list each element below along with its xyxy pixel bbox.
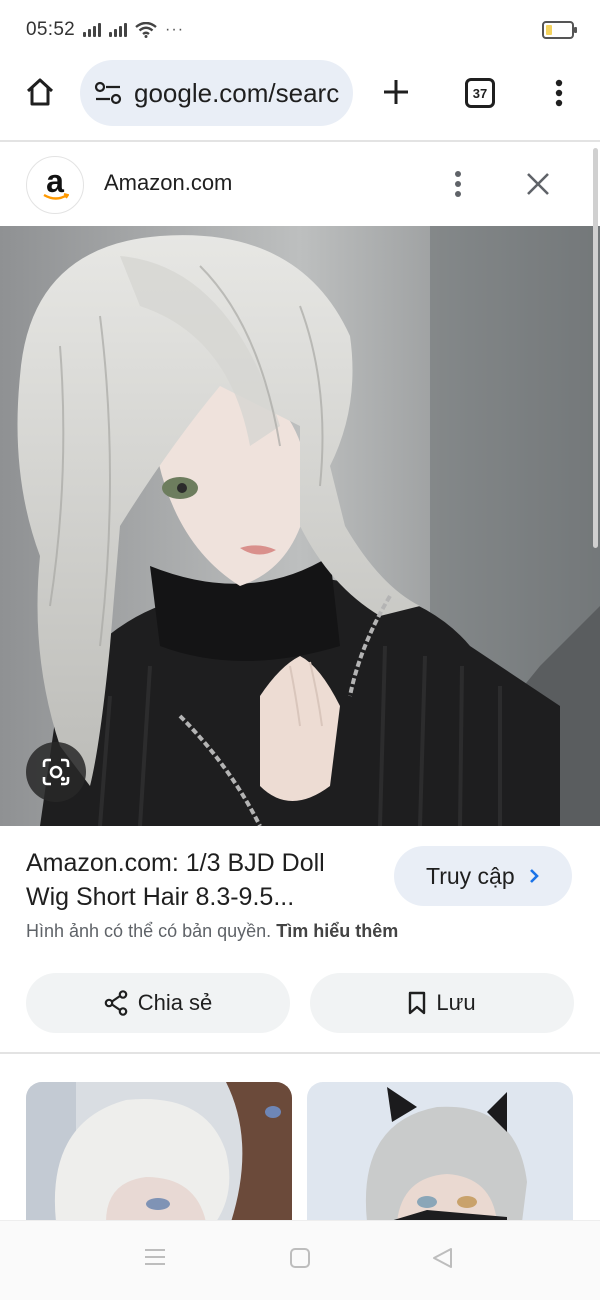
url-text: google.com/searc bbox=[134, 77, 340, 108]
main-preview-image[interactable] bbox=[0, 226, 600, 826]
menu-lines-icon bbox=[145, 1249, 165, 1265]
copyright-notice: Hình ảnh có thể có bản quyền. Tìm hiểu t… bbox=[26, 921, 398, 942]
source-header: a Amazon.com bbox=[0, 142, 600, 226]
related-image-1[interactable] bbox=[26, 1082, 292, 1222]
save-button[interactable]: Lưu bbox=[310, 973, 574, 1033]
section-divider bbox=[0, 1052, 600, 1054]
system-navigation-bar bbox=[0, 1220, 600, 1300]
source-name[interactable]: Amazon.com bbox=[104, 170, 232, 196]
amazon-smile-icon bbox=[43, 193, 69, 200]
more-vert-icon bbox=[455, 171, 461, 197]
browser-menu-button[interactable] bbox=[546, 76, 572, 110]
more-vert-icon bbox=[555, 79, 563, 107]
battery-icon bbox=[542, 21, 577, 39]
related-image-1-graphic bbox=[26, 1082, 292, 1222]
visit-button-label: Truy cập bbox=[426, 862, 515, 889]
back-nav-button[interactable] bbox=[431, 1247, 453, 1269]
bookmark-icon bbox=[409, 991, 426, 1015]
square-icon bbox=[290, 1248, 310, 1268]
status-bar: 05:52 ··· bbox=[0, 0, 600, 60]
source-logo[interactable]: a bbox=[26, 156, 84, 214]
learn-more-link[interactable]: Tìm hiểu thêm bbox=[276, 921, 398, 941]
chevron-right-icon bbox=[529, 869, 539, 883]
copyright-text: Hình ảnh có thể có bản quyền. bbox=[26, 921, 272, 941]
status-time: 05:52 bbox=[26, 19, 76, 40]
home-icon bbox=[26, 78, 54, 106]
close-button[interactable] bbox=[522, 168, 554, 200]
signal-icon-2 bbox=[109, 23, 128, 37]
visit-button[interactable]: Truy cập bbox=[394, 846, 572, 906]
result-title[interactable]: Amazon.com: 1/3 BJD Doll Wig Short Hair … bbox=[26, 846, 376, 914]
signal-icon bbox=[83, 23, 102, 37]
recent-apps-button[interactable] bbox=[144, 1247, 166, 1267]
share-button[interactable]: Chia sẻ bbox=[26, 973, 290, 1033]
wifi-icon bbox=[135, 22, 157, 38]
google-lens-button[interactable] bbox=[26, 742, 86, 802]
share-button-label: Chia sẻ bbox=[137, 990, 213, 1015]
plus-icon bbox=[384, 80, 408, 104]
browser-toolbar: google.com/searc 37 bbox=[0, 60, 600, 140]
tab-count-badge: 37 bbox=[465, 78, 495, 108]
lens-icon bbox=[42, 758, 70, 786]
source-options-button[interactable] bbox=[448, 168, 468, 200]
related-image-2[interactable] bbox=[307, 1082, 573, 1222]
address-bar[interactable]: google.com/searc bbox=[80, 60, 353, 126]
result-title-line-2: Wig Short Hair 8.3-9.5... bbox=[26, 883, 295, 911]
home-nav-button[interactable] bbox=[289, 1247, 311, 1269]
site-settings-icon[interactable] bbox=[94, 81, 122, 105]
tab-switcher-button[interactable]: 37 bbox=[463, 76, 497, 110]
new-tab-button[interactable] bbox=[380, 76, 412, 108]
save-button-label: Lưu bbox=[436, 990, 476, 1015]
close-icon bbox=[527, 173, 549, 195]
status-more-indicator: ··· bbox=[165, 21, 185, 38]
scrollbar[interactable] bbox=[593, 148, 598, 548]
share-icon bbox=[104, 990, 128, 1016]
doll-wig-image bbox=[0, 226, 600, 826]
home-button[interactable] bbox=[22, 74, 58, 110]
result-title-line-1: Amazon.com: 1/3 BJD Doll bbox=[26, 849, 325, 877]
back-triangle-icon bbox=[433, 1248, 452, 1268]
related-image-2-graphic bbox=[307, 1082, 573, 1222]
